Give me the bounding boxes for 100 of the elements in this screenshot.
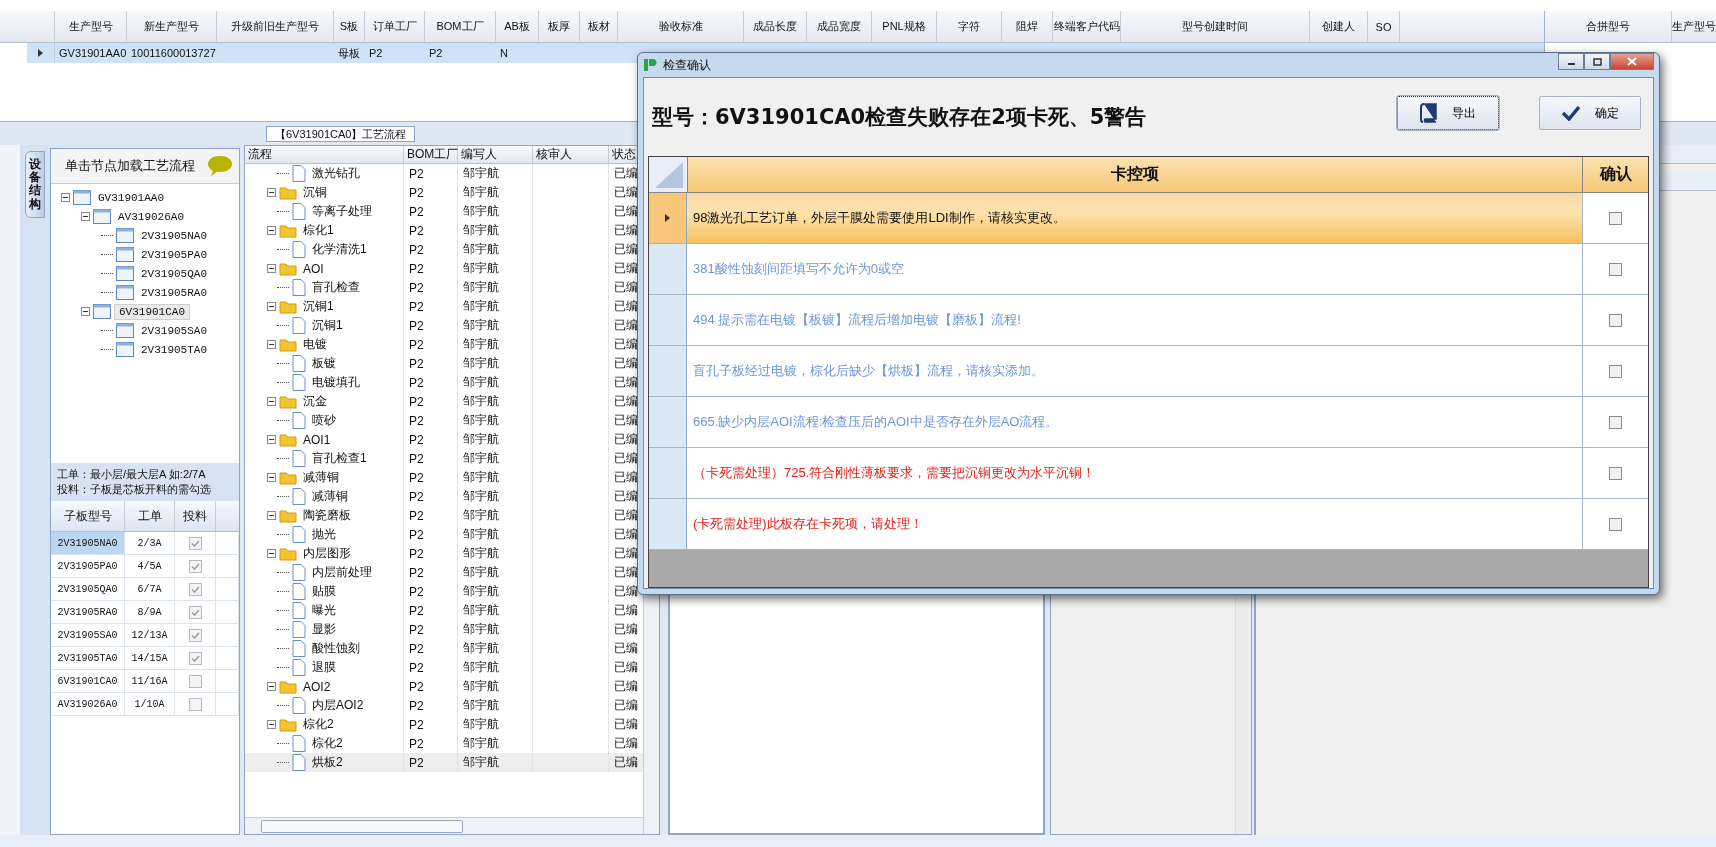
table-cell: 邹宇航 xyxy=(463,545,499,562)
step-name: 沉铜 xyxy=(303,184,327,201)
table-cell: 邹宇航 xyxy=(463,526,499,543)
table-cell: 14/15A xyxy=(125,647,175,669)
table-cell: 已编 xyxy=(614,279,638,296)
table-cell: P2 xyxy=(409,641,424,656)
step-name: 激光钻孔 xyxy=(312,165,360,182)
table-cell: P2 xyxy=(409,660,424,675)
table-cell: P2 xyxy=(409,603,424,618)
table-cell: 邹宇航 xyxy=(463,279,499,296)
step-name: 曝光 xyxy=(312,602,336,619)
table-cell: 邹宇航 xyxy=(463,431,499,448)
table-cell: 4/5A xyxy=(125,555,175,577)
table-cell: P2 xyxy=(409,622,424,637)
table-cell: 已编 xyxy=(614,602,638,619)
check-message: 98激光孔工艺订单，外层干膜处需要使用LDI制作，请核实更改。 xyxy=(693,209,1066,227)
step-name: 退膜 xyxy=(312,659,336,676)
table-cell: 已编 xyxy=(614,678,638,695)
step-name: 喷砂 xyxy=(312,412,336,429)
table-cell: 已编 xyxy=(614,374,638,391)
table-cell: P2 xyxy=(409,375,424,390)
table-cell: 邹宇航 xyxy=(463,412,499,429)
table-cell: P2 xyxy=(409,166,424,181)
table-cell: P2 xyxy=(409,185,424,200)
table-cell: 2/3A xyxy=(125,532,175,554)
table-cell: 已编 xyxy=(614,393,638,410)
table-cell: 8/9A xyxy=(125,601,175,623)
hint-text: 单击节点加载工艺流程 xyxy=(65,157,195,175)
table-cell: P2 xyxy=(409,261,424,276)
table-cell: 邹宇航 xyxy=(463,659,499,676)
check-message: (卡死需处理)此板存在卡死项，请处理！ xyxy=(693,515,923,533)
step-name: 减薄铜 xyxy=(303,469,339,486)
table-cell: 已编 xyxy=(614,564,638,581)
table-cell: 已编 xyxy=(614,526,638,543)
step-name: 抛光 xyxy=(312,526,336,543)
step-name: 陶瓷磨板 xyxy=(303,507,351,524)
table-cell: 已编 xyxy=(614,184,638,201)
table-cell: 已编 xyxy=(614,583,638,600)
step-name: 沉金 xyxy=(303,393,327,410)
check-message: 381酸性蚀刻间距填写不允许为0或空 xyxy=(693,260,904,278)
table-cell: 已编 xyxy=(614,640,638,657)
step-name: 化学清洗1 xyxy=(312,241,367,258)
step-name: AOI2 xyxy=(303,679,331,694)
table-cell: 邹宇航 xyxy=(463,697,499,714)
table-cell: 已编 xyxy=(614,545,638,562)
step-name: AOI xyxy=(303,261,324,276)
table-cell: P2 xyxy=(409,755,424,770)
table-cell: P2 xyxy=(409,565,424,580)
table-cell: 邹宇航 xyxy=(463,735,499,752)
table-cell: 邹宇航 xyxy=(463,184,499,201)
table-cell: 已编 xyxy=(614,431,638,448)
table-cell: 邹宇航 xyxy=(463,336,499,353)
table-cell: 邹宇航 xyxy=(463,583,499,600)
table-cell: P2 xyxy=(409,204,424,219)
table-cell: 已编 xyxy=(614,450,638,467)
table-cell: 邹宇航 xyxy=(463,355,499,372)
table-cell: 1/10A xyxy=(125,693,175,715)
step-name: 电镀填孔 xyxy=(312,374,360,391)
table-cell: P2 xyxy=(409,337,424,352)
table-cell: 邹宇航 xyxy=(463,564,499,581)
table-cell: 11/16A xyxy=(125,670,175,692)
step-name: 内层图形 xyxy=(303,545,351,562)
step-name: 内层AOI2 xyxy=(312,697,364,714)
table-cell: 已编 xyxy=(614,241,638,258)
table-cell: P2 xyxy=(409,223,424,238)
table-cell: P2 xyxy=(409,470,424,485)
step-name: 内层前处理 xyxy=(312,564,372,581)
table-cell: 邹宇航 xyxy=(463,165,499,182)
check-message: 盲孔子板经过电镀，棕化后缺少【烘板】流程，请核实添加。 xyxy=(693,362,1044,380)
table-cell: 已编 xyxy=(614,222,638,239)
step-name: 盲孔检查1 xyxy=(312,450,367,467)
table-cell: 邹宇航 xyxy=(463,488,499,505)
table-cell: P2 xyxy=(409,489,424,504)
table-cell: P2 xyxy=(409,508,424,523)
table-cell: 已编 xyxy=(614,488,638,505)
table-cell: P2 xyxy=(409,299,424,314)
step-name: 减薄铜 xyxy=(312,488,348,505)
table-cell: 已编 xyxy=(614,716,638,733)
table-cell: P2 xyxy=(409,413,424,428)
table-cell: 12/13A xyxy=(125,624,175,646)
table-cell: N xyxy=(500,47,508,59)
table-cell: 邹宇航 xyxy=(463,678,499,695)
table-cell: 邹宇航 xyxy=(463,469,499,486)
step-name: 贴膜 xyxy=(312,583,336,600)
step-name: 显影 xyxy=(312,621,336,638)
check-message: 494 提示需在电镀【板镀】流程后增加电镀【磨板】流程! xyxy=(693,311,1021,329)
table-cell: 已编 xyxy=(614,298,638,315)
table-cell: 邹宇航 xyxy=(463,602,499,619)
table-cell: P2 xyxy=(409,356,424,371)
table-cell: 邹宇航 xyxy=(463,450,499,467)
table-cell: P2 xyxy=(409,679,424,694)
table-cell: 已编 xyxy=(614,260,638,277)
step-name: 等离子处理 xyxy=(312,203,372,220)
table-cell: P2 xyxy=(409,717,424,732)
step-name: 盲孔检查 xyxy=(312,279,360,296)
check-message: 665.缺少内层AOI流程:检查压后的AOI中是否存在外层AO流程。 xyxy=(693,413,1059,431)
step-name: 棕化2 xyxy=(312,735,343,752)
table-cell: P2 xyxy=(409,242,424,257)
note-text: 投料：子板是芯板开料的需勾选 xyxy=(57,482,212,497)
table-cell: 邹宇航 xyxy=(463,374,499,391)
